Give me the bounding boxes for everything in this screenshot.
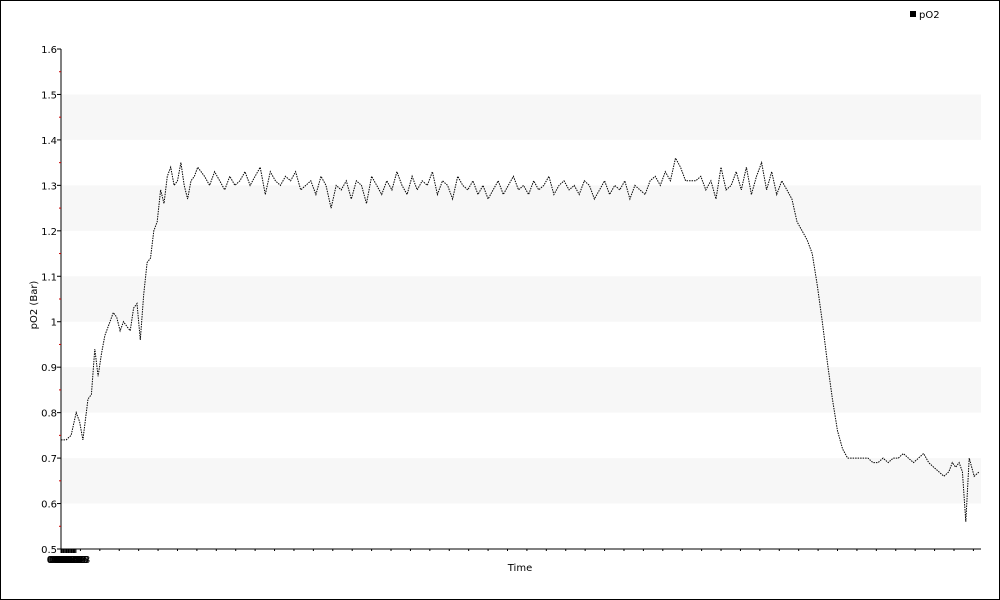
y-tick-label: 1.2 [41,227,57,238]
line-chart: 0.50.60.70.80.911.11.21.31.41.51.6 00:00… [29,10,981,574]
y-axis-label: pO2 (Bar) [29,281,40,330]
y-tick-label: 1.1 [41,272,57,283]
y-tick-label: 1.3 [41,181,57,192]
legend-label-po2: pO2 [919,10,940,21]
grid-band [61,185,981,231]
grid-bands [61,94,981,504]
legend-swatch [910,11,916,17]
y-tick-label: 0.9 [41,363,57,374]
y-tick-label: 1.4 [41,136,57,147]
y-tick-label: 0.8 [41,409,57,420]
x-tick-label: 00:53 [61,555,90,566]
grid-band [61,458,981,504]
grid-band [61,94,981,140]
legend: pO2 [910,10,940,21]
x-axis-label: Time [507,563,532,574]
y-tick-label: 0.6 [41,500,57,511]
y-tick-label: 0.7 [41,454,57,465]
grid-band [61,276,981,322]
y-tick-label: 1 [51,318,57,329]
y-tick-label: 1.5 [41,90,57,101]
y-axis: 0.50.60.70.80.911.11.21.31.41.51.6 [41,45,62,556]
grid-band [61,367,981,413]
y-tick-label: 1.6 [41,45,57,56]
